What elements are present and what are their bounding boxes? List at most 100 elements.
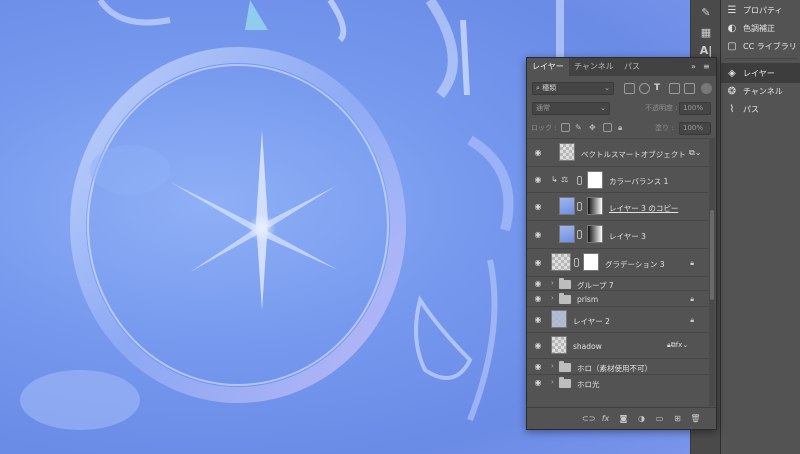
dock-item-libraries[interactable]: ▢ CC ライブラリ: [721, 36, 800, 56]
lock-artboard-icon[interactable]: [603, 123, 612, 132]
new-layer-icon[interactable]: ⊞: [672, 413, 683, 424]
libraries-icon: ▢: [727, 40, 737, 52]
chevron-right-icon[interactable]: ›: [551, 362, 554, 370]
eye-icon[interactable]: ◉: [533, 363, 543, 371]
tab-channels[interactable]: チャンネル: [569, 58, 619, 76]
fill-label: 塗り :: [655, 124, 674, 132]
layer-row-shadow[interactable]: ◉ shadow 🔒︎⧉fx⌄: [527, 332, 708, 358]
filter-pixel-icon[interactable]: [624, 83, 635, 94]
layer-row-layer-2[interactable]: ◉ レイヤー 2 🔒︎: [527, 306, 708, 332]
dock-item-adjustments[interactable]: ◐ 色調補正: [721, 18, 800, 38]
dock-item-paths[interactable]: ⌇ パス: [721, 99, 800, 119]
tab-layers[interactable]: レイヤー: [527, 58, 569, 76]
link-layers-icon[interactable]: ⊂⊃: [582, 413, 595, 424]
dock-item-properties[interactable]: ☰ プロパティ: [721, 0, 800, 20]
layer-name[interactable]: shadow: [573, 342, 602, 351]
eye-icon[interactable]: ◉: [533, 259, 543, 267]
add-style-icon[interactable]: fx: [600, 413, 611, 424]
add-mask-icon[interactable]: ◙: [618, 413, 629, 424]
eye-icon[interactable]: ◉: [533, 295, 543, 303]
folder-icon: [559, 278, 571, 289]
layer-name[interactable]: ホロ（素材使用不可）: [577, 363, 652, 374]
dock-item-label: 色調補正: [743, 23, 775, 33]
layer-name[interactable]: ベクトルスマートオブジェクト: [581, 149, 686, 160]
eye-icon[interactable]: ◉: [533, 231, 543, 239]
layer-row-holo-light[interactable]: ◉ › ホロ光: [527, 374, 708, 390]
eye-icon[interactable]: ◉: [533, 316, 543, 324]
fill-input[interactable]: 100%: [679, 122, 711, 135]
eye-icon[interactable]: ◉: [533, 342, 543, 350]
channels-icon: ❂: [727, 85, 737, 97]
eye-icon[interactable]: ◉: [533, 280, 543, 288]
filter-row: ⌕ 種類 ⌄ T: [527, 80, 716, 97]
layer-row-layer-3-copy[interactable]: ◉ レイヤー 3 のコピー: [527, 192, 708, 220]
folder-icon: [559, 361, 571, 372]
mask-thumbnail: [587, 225, 603, 243]
layers-icon: ◈: [728, 67, 736, 79]
lock-transparency-icon[interactable]: [561, 123, 570, 132]
filter-type-icon[interactable]: T: [654, 83, 665, 94]
chevron-right-icon[interactable]: ›: [551, 294, 554, 302]
character-icon[interactable]: A|: [699, 44, 713, 58]
layer-thumbnail: [551, 336, 567, 354]
swatches-icon[interactable]: ▦: [699, 26, 713, 40]
collapse-icon[interactable]: »: [691, 58, 696, 76]
layer-name[interactable]: カラーバランス 1: [609, 176, 668, 187]
eye-icon[interactable]: ◉: [533, 149, 543, 157]
opacity-label: 不透明度 :: [645, 104, 678, 112]
scrollbar-thumb[interactable]: [710, 210, 714, 300]
dock-panel-list: ☰ プロパティ ◐ 色調補正 ▢ CC ライブラリ ◈ レイヤー ❂ チャンネル…: [720, 0, 800, 454]
layer-list[interactable]: ◉ ベクトルスマートオブジェクト ⧉⌄ ◉ ↳ ⚖ カラーバランス 1 ◉ レイ…: [527, 138, 708, 406]
adjustments-icon: ◐: [727, 22, 737, 34]
layer-name[interactable]: レイヤー 3: [609, 231, 646, 242]
eye-icon[interactable]: ◉: [533, 203, 543, 211]
paths-icon: ⌇: [729, 103, 735, 115]
eye-icon[interactable]: ◉: [533, 379, 543, 387]
eye-icon[interactable]: ◉: [533, 176, 543, 184]
filter-adjustment-icon[interactable]: [639, 83, 650, 94]
layer-row-group-7[interactable]: ◉ › グループ 7: [527, 276, 708, 290]
layer-thumbnail: [559, 197, 575, 215]
blend-mode-select[interactable]: 通常 ⌄: [532, 102, 610, 115]
panel-tabbar: レイヤー チャンネル パス » ≡: [527, 58, 716, 76]
layer-row-prism[interactable]: ◉ › prism 🔒︎: [527, 290, 708, 306]
panel-menu-icon[interactable]: ≡: [703, 58, 710, 76]
filter-smart-icon[interactable]: [684, 83, 695, 94]
layer-row-gradient-3[interactable]: ◉ グラデーション 3 🔒︎: [527, 248, 708, 276]
brush-settings-icon[interactable]: ✎: [699, 6, 713, 20]
layer-name[interactable]: レイヤー 3 のコピー: [609, 203, 678, 214]
dock-item-channels[interactable]: ❂ チャンネル: [721, 81, 800, 101]
chevron-right-icon[interactable]: ›: [551, 378, 554, 386]
layer-list-scrollbar[interactable]: [709, 138, 715, 406]
new-group-icon[interactable]: ▭: [654, 413, 665, 424]
layer-row-vector-smart-object[interactable]: ◉ ベクトルスマートオブジェクト ⧉⌄: [527, 138, 708, 166]
filter-shape-icon[interactable]: [669, 83, 680, 94]
layers-bottom-toolbar: ⊂⊃ fx ◙ ◑ ▭ ⊞ 🗑︎: [527, 407, 716, 429]
lock-all-icon[interactable]: 🔒︎: [618, 123, 627, 132]
layer-name[interactable]: prism: [577, 295, 598, 304]
opacity-input[interactable]: 100%: [679, 102, 711, 115]
dock-item-layers[interactable]: ◈ レイヤー: [721, 63, 800, 83]
folder-icon: [559, 293, 571, 304]
layer-name[interactable]: ホロ光: [577, 379, 600, 390]
chevron-right-icon[interactable]: ›: [551, 279, 554, 287]
dock-divider: [725, 58, 797, 59]
layers-panel: レイヤー チャンネル パス » ≡ ⌕ 種類 ⌄ T 通常 ⌄ 不透明度 : 1…: [526, 57, 717, 430]
delete-layer-icon[interactable]: 🗑︎: [690, 413, 701, 424]
properties-icon: ☰: [727, 4, 737, 16]
layer-name[interactable]: グラデーション 3: [605, 259, 665, 270]
chevron-down-icon: ⌄: [600, 104, 606, 112]
tab-paths[interactable]: パス: [619, 58, 645, 76]
lock-paint-icon[interactable]: ✎: [575, 123, 584, 132]
mask-thumbnail: [583, 253, 599, 271]
layer-row-color-balance[interactable]: ◉ ↳ ⚖ カラーバランス 1: [527, 166, 708, 192]
dock-item-label: チャンネル: [743, 86, 783, 96]
new-adjustment-icon[interactable]: ◑: [636, 413, 647, 424]
layer-row-holo[interactable]: ◉ › ホロ（素材使用不可）: [527, 358, 708, 374]
layer-row-layer-3[interactable]: ◉ レイヤー 3: [527, 220, 708, 248]
layer-effects-icon[interactable]: 🔒︎⧉fx⌄: [667, 341, 688, 350]
filter-toggle-icon[interactable]: [701, 83, 712, 94]
lock-move-icon[interactable]: ✥: [589, 123, 598, 132]
layer-name[interactable]: レイヤー 2: [573, 316, 610, 327]
filter-kind-select[interactable]: ⌕ 種類 ⌄: [532, 82, 614, 95]
